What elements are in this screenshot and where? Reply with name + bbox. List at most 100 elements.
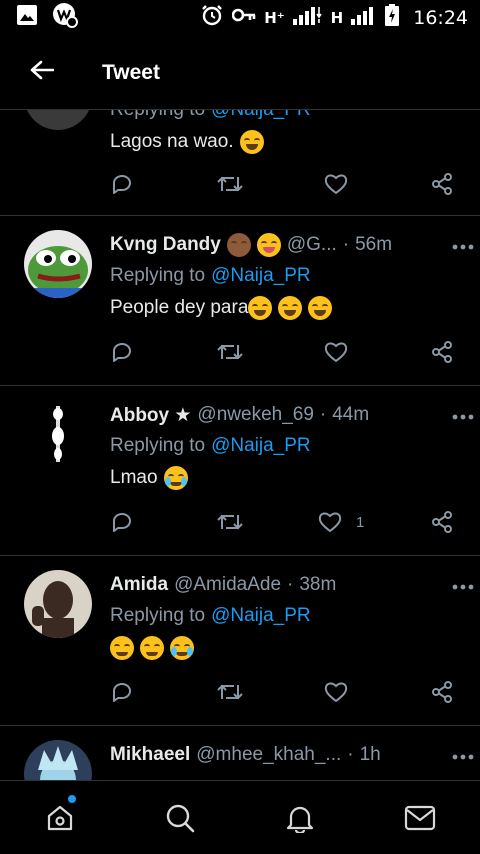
reply-icon — [113, 343, 131, 362]
avatar[interactable] — [24, 740, 92, 780]
page-title: Tweet — [102, 60, 160, 84]
handle[interactable]: @mhee_khah_... — [196, 744, 341, 766]
share-icon — [432, 173, 452, 195]
avatar[interactable] — [24, 400, 92, 468]
share-icon — [432, 341, 452, 363]
display-name[interactable]: Mikhaeel — [110, 744, 190, 766]
network-type-1: H⁺ — [264, 9, 285, 27]
share-icon — [432, 681, 452, 703]
heart-icon — [324, 682, 348, 703]
tweet-header: Amida @AmidaAde · 38m — [110, 574, 337, 596]
tweet-text: Lmao — [110, 462, 462, 494]
key-icon — [231, 7, 256, 29]
messages-icon — [404, 805, 436, 830]
tweet-text: People dey para — [110, 292, 462, 324]
home-icon — [47, 805, 73, 830]
retweet-icon — [217, 176, 243, 192]
crying-emoji — [170, 636, 194, 660]
tweet-item[interactable]: Kvng Dandy @G... · 56m Replying to @Naij… — [0, 216, 480, 386]
alarm-icon — [200, 3, 224, 33]
timestamp[interactable]: 38m — [299, 574, 336, 596]
like-button[interactable] — [324, 341, 362, 363]
tired-face-emoji — [110, 636, 134, 660]
retweet-button[interactable] — [216, 173, 244, 195]
reply-button[interactable] — [110, 172, 134, 196]
handle[interactable]: @AmidaAde — [174, 574, 281, 596]
reply-icon — [113, 683, 131, 702]
tired-face-emoji — [140, 636, 164, 660]
handle[interactable]: @G... — [287, 234, 337, 256]
person-emoji — [226, 233, 251, 257]
retweet-icon — [217, 344, 243, 360]
tweet-text — [110, 632, 462, 664]
nav-notifications[interactable] — [240, 781, 360, 854]
replying-to-link[interactable]: @Naija_PR — [211, 605, 311, 627]
nav-home[interactable] — [0, 781, 120, 854]
avatar[interactable] — [24, 230, 92, 298]
back-button[interactable] — [0, 36, 84, 110]
tweet-item[interactable]: Replying to @Naija_PR Lagos na wao. — [0, 110, 480, 216]
timestamp[interactable]: 1h — [360, 744, 381, 766]
arrow-left-icon — [30, 60, 55, 85]
retweet-button[interactable] — [216, 341, 244, 363]
more-icon — [452, 414, 474, 420]
tweet-actions — [110, 332, 460, 372]
nav-search[interactable] — [120, 781, 240, 854]
nav-messages[interactable] — [360, 781, 480, 854]
app-notification-icon — [52, 2, 78, 34]
share-button[interactable] — [430, 340, 454, 364]
more-options-button[interactable] — [452, 560, 474, 595]
tweet-actions — [110, 672, 460, 712]
avatar[interactable] — [24, 110, 92, 130]
like-button[interactable]: 1 — [318, 511, 364, 533]
reply-button[interactable] — [110, 340, 134, 364]
signal-icon — [292, 5, 323, 31]
replying-to-line: Replying to @Naija_PR — [110, 265, 311, 287]
retweet-button[interactable] — [216, 511, 244, 533]
tweet-item[interactable]: Abboy ★ @nwekeh_69 · 44m Replying to @Na… — [0, 386, 480, 556]
tweet-header: Abboy ★ @nwekeh_69 · 44m — [110, 404, 370, 427]
timestamp[interactable]: 56m — [355, 234, 392, 256]
retweet-button[interactable] — [216, 681, 244, 703]
more-icon — [452, 584, 474, 590]
share-icon — [432, 511, 452, 533]
signal-icon-2 — [351, 5, 377, 31]
replying-to-link[interactable]: @Naija_PR — [211, 265, 311, 287]
replying-to-link[interactable]: @Naija_PR — [211, 110, 311, 121]
display-name[interactable]: Amida — [110, 574, 168, 596]
replies-feed[interactable]: Replying to @Naija_PR Lagos na wao. — [0, 110, 480, 780]
reply-button[interactable] — [110, 680, 134, 704]
handle[interactable]: @nwekeh_69 — [197, 404, 313, 426]
like-button[interactable] — [324, 173, 362, 195]
more-options-button[interactable] — [452, 220, 474, 255]
tweet-actions: 1 — [110, 502, 460, 542]
share-button[interactable] — [430, 680, 454, 704]
avatar[interactable] — [24, 570, 92, 638]
tweet-header: Mikhaeel @mhee_khah_... · 1h — [110, 744, 381, 766]
tweet-item[interactable]: Mikhaeel @mhee_khah_... · 1h — [0, 726, 480, 780]
laughing-tears-emoji — [239, 130, 264, 154]
like-button[interactable] — [324, 681, 362, 703]
replying-to-line: Replying to @Naija_PR — [110, 110, 462, 126]
clock: 16:24 — [413, 7, 468, 29]
heart-icon — [324, 174, 348, 195]
replying-to-link[interactable]: @Naija_PR — [211, 435, 311, 457]
display-name[interactable]: Kvng Dandy — [110, 234, 221, 256]
laughing-tears-emoji — [248, 296, 273, 320]
heart-icon — [324, 342, 348, 363]
like-count: 1 — [356, 513, 365, 531]
more-icon — [452, 754, 474, 760]
tweet-actions — [110, 164, 460, 204]
more-options-button[interactable] — [452, 730, 474, 765]
share-button[interactable] — [430, 172, 454, 196]
timestamp[interactable]: 44m — [332, 404, 369, 426]
share-button[interactable] — [430, 510, 454, 534]
tweet-item[interactable]: Amida @AmidaAde · 38m Replying to @Naija… — [0, 556, 480, 726]
display-name[interactable]: Abboy ★ — [110, 404, 191, 427]
replying-to-line: Replying to @Naija_PR — [110, 435, 311, 457]
reply-button[interactable] — [110, 510, 134, 534]
laughing-tears-emoji — [278, 296, 303, 320]
bottom-navigation — [0, 780, 480, 854]
more-options-button[interactable] — [452, 390, 474, 425]
retweet-icon — [217, 514, 243, 530]
